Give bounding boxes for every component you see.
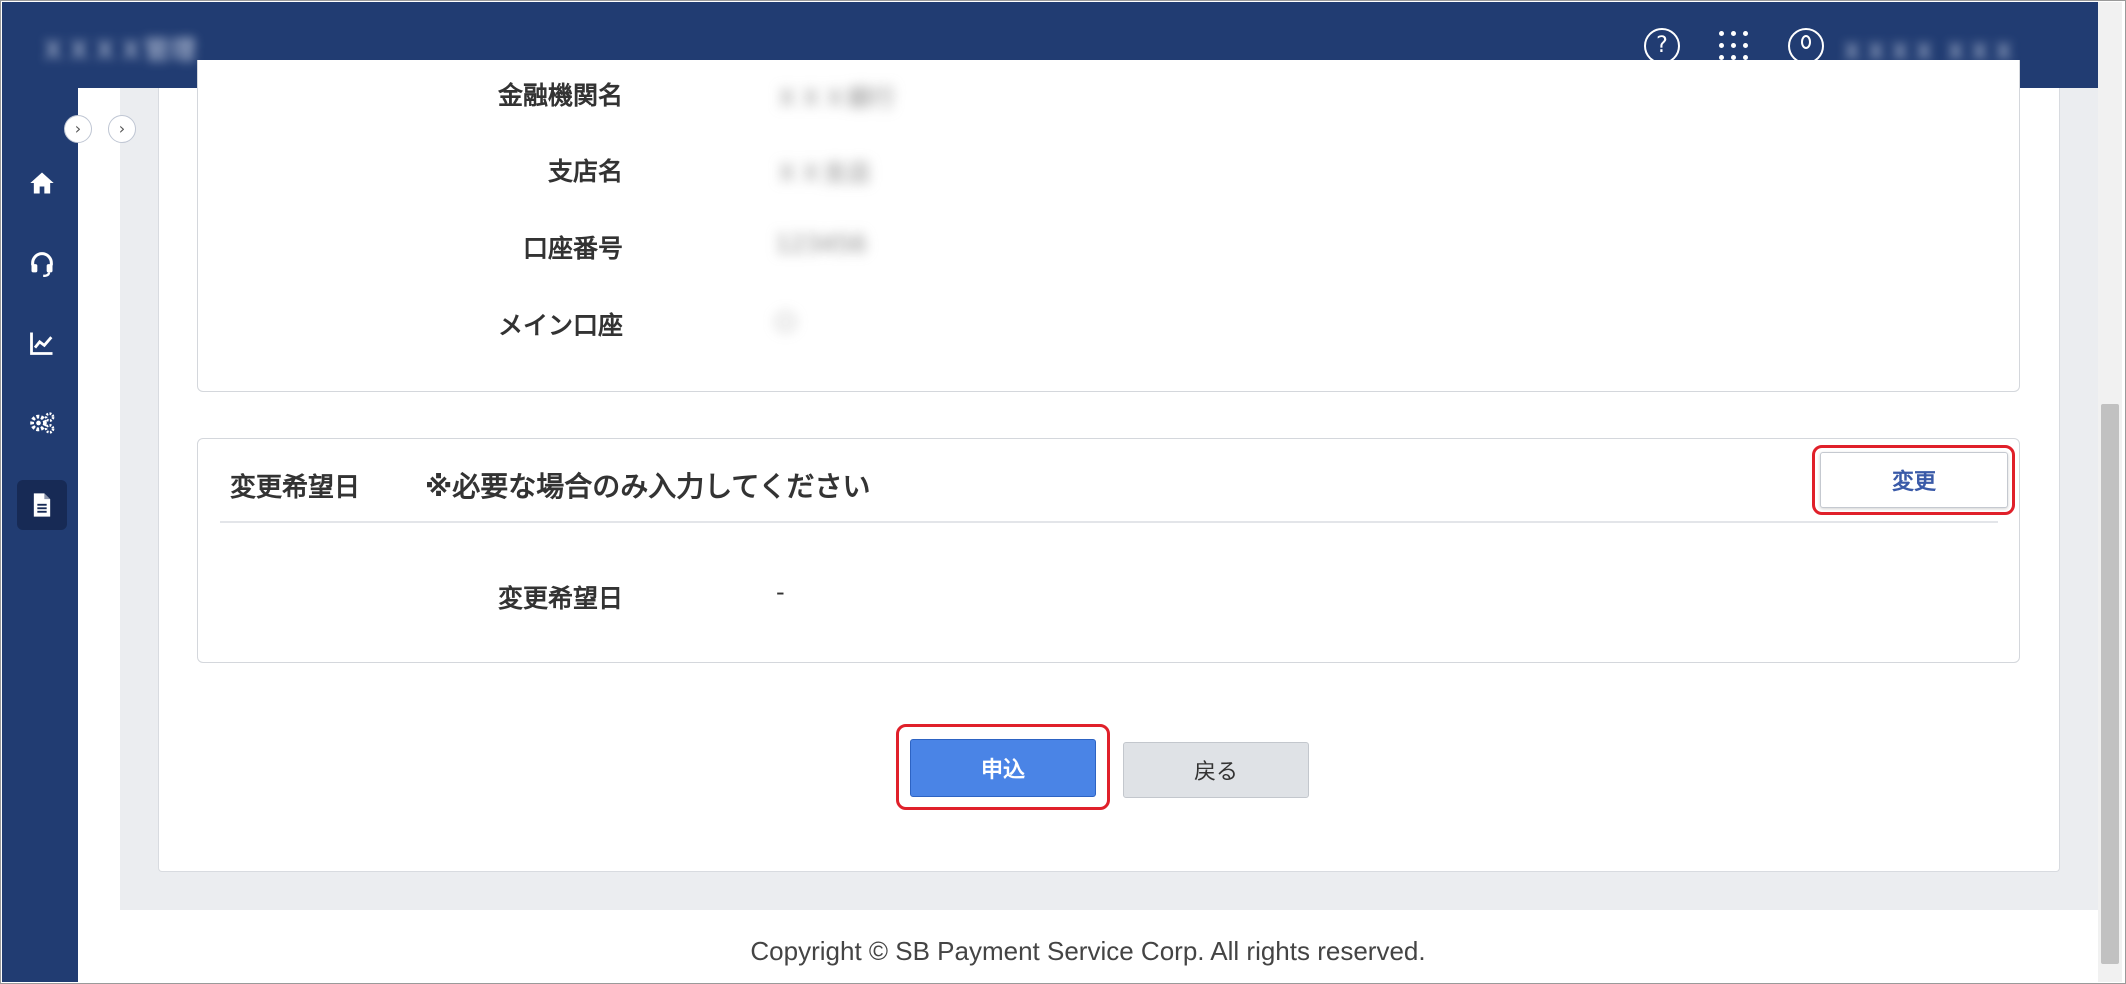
user-account-icon[interactable] xyxy=(1788,28,1824,64)
change-date-value: - xyxy=(776,578,785,606)
sidebar-item-home[interactable] xyxy=(17,158,67,208)
change-date-panel: 変更希望日 ※必要な場合のみ入力してください xyxy=(197,438,2020,663)
back-button[interactable]: 戻る xyxy=(1123,742,1309,798)
sidebar-expand-toggle[interactable]: › xyxy=(64,115,92,143)
change-button[interactable]: 変更 xyxy=(1820,452,2008,508)
change-date-title: 変更希望日 xyxy=(230,473,361,503)
document-icon xyxy=(33,493,51,517)
change-date-label: 変更希望日 xyxy=(497,584,623,613)
chart-icon xyxy=(30,332,53,355)
change-date-note: ※必要な場合のみ入力してください xyxy=(425,470,871,503)
account-number-label: 口座番号 xyxy=(522,234,623,263)
app-grid-icon[interactable] xyxy=(1716,28,1752,64)
main-account-label: メイン口座 xyxy=(497,311,623,340)
sidebar-item-settings[interactable] xyxy=(17,398,67,448)
bank-name-value: ＸＸＸ銀行 xyxy=(775,84,895,112)
account-number-value: 123456 xyxy=(775,230,867,258)
sidebar-item-documents[interactable] xyxy=(17,480,67,530)
main-account-value: ○ xyxy=(775,306,796,334)
home-icon xyxy=(30,172,54,194)
scrollbar-thumb[interactable] xyxy=(2101,404,2119,964)
footer: Copyright © SB Payment Service Corp. All… xyxy=(78,910,2098,982)
submit-button[interactable]: 申込 xyxy=(910,739,1096,797)
copyright-text: Copyright © SB Payment Service Corp. All… xyxy=(750,936,1426,966)
help-icon[interactable]: ? xyxy=(1644,28,1680,64)
sidebar-item-analytics[interactable] xyxy=(17,318,67,368)
branch-name-label: 支店名 xyxy=(547,157,623,186)
change-date-panel-header: 変更希望日 ※必要な場合のみ入力してください xyxy=(220,439,1998,523)
branch-name-value: ＸＸ支店 xyxy=(775,159,871,187)
sidebar-item-support[interactable] xyxy=(17,238,67,288)
headset-icon xyxy=(31,252,53,277)
app-title: ＸＸＸＸ管理 xyxy=(40,36,197,66)
bank-name-label: 金融機関名 xyxy=(497,81,623,110)
gears-icon xyxy=(30,412,55,434)
panel-expand-toggle[interactable]: › xyxy=(108,115,136,143)
sidebar xyxy=(2,88,78,982)
